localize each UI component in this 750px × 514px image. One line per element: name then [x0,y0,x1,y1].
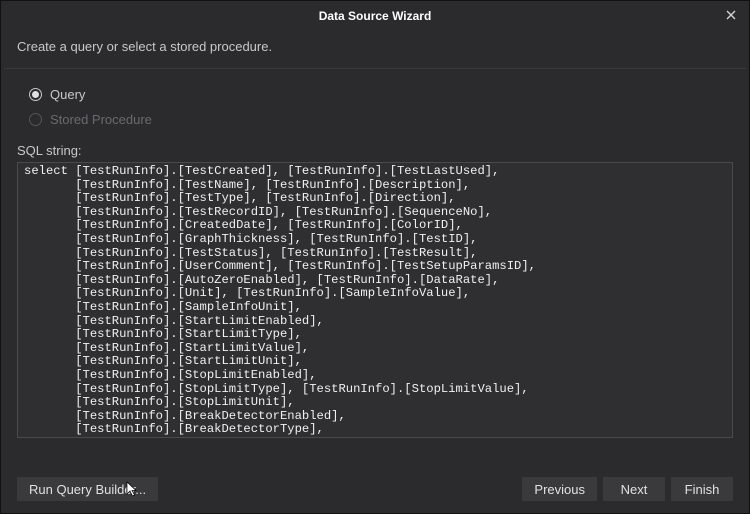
close-button[interactable] [721,5,741,25]
finish-button[interactable]: Finish [671,477,733,501]
intro-text: Create a query or select a stored proced… [1,31,749,68]
previous-button[interactable]: Previous [522,477,597,501]
window-title: Data Source Wizard [319,9,432,23]
sql-string-label: SQL string: [1,143,749,162]
radio-stored-procedure: Stored Procedure [29,112,729,127]
radio-query-label: Query [50,87,85,102]
radio-icon [29,88,42,101]
sql-string-input[interactable]: select [TestRunInfo].[TestCreated], [Tes… [17,162,733,438]
titlebar: Data Source Wizard [1,1,749,31]
radio-stored-procedure-label: Stored Procedure [50,112,152,127]
next-button[interactable]: Next [603,477,665,501]
radio-query[interactable]: Query [29,87,729,102]
wizard-footer: Run Query Builder... Previous Next Finis… [1,465,749,513]
query-type-options: Query Stored Procedure [1,69,749,143]
run-query-builder-button[interactable]: Run Query Builder... [17,477,158,501]
radio-icon [29,113,42,126]
sql-text: select [TestRunInfo].[TestCreated], [Tes… [24,165,726,438]
close-icon [726,10,736,20]
